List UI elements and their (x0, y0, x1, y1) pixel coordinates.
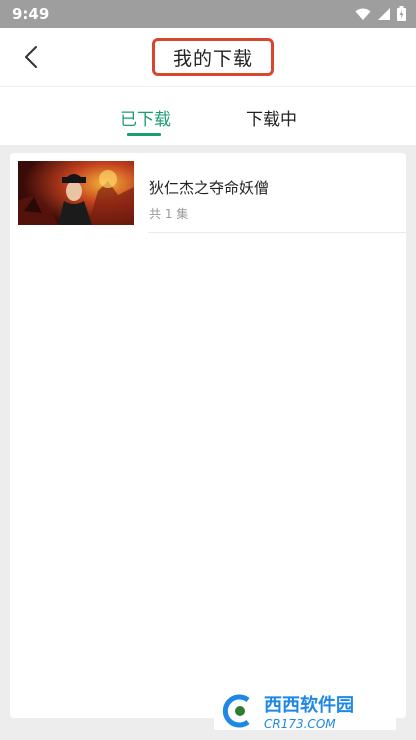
video-thumbnail (18, 161, 134, 225)
wifi-icon (355, 8, 371, 20)
battery-icon (397, 6, 406, 21)
status-icons (355, 6, 406, 21)
watermark-brand: 西西软件园 (264, 695, 354, 716)
tab-downloading[interactable]: 下载中 (246, 105, 297, 130)
item-episode-count: 共 1 集 (149, 207, 189, 221)
active-tab-indicator (127, 133, 161, 136)
back-button[interactable] (14, 40, 48, 74)
status-bar: 9:49 (0, 0, 416, 28)
chevron-left-icon (25, 46, 37, 68)
download-list: 狄仁杰之夺命妖僧 共 1 集 (10, 153, 406, 718)
watermark-logo (222, 694, 250, 728)
watermark-site: CR173.COM (264, 717, 336, 731)
tab-bar: 已下载 下载中 (0, 86, 416, 145)
divider (148, 232, 406, 233)
signal-icon (378, 7, 390, 20)
item-title: 狄仁杰之夺命妖僧 (149, 179, 270, 197)
page-title: 我的下载 (172, 47, 253, 70)
status-time: 9:49 (12, 5, 50, 23)
watermark: 西西软件园 CR173.COM (214, 691, 396, 731)
header: 我的下载 (0, 28, 416, 86)
title-highlight-box: 我的下载 (152, 38, 274, 76)
tab-downloaded[interactable]: 已下载 (120, 105, 171, 130)
watermark-text: 西西软件园 CR173.COM (264, 691, 354, 731)
list-item[interactable]: 狄仁杰之夺命妖僧 共 1 集 (10, 153, 406, 233)
